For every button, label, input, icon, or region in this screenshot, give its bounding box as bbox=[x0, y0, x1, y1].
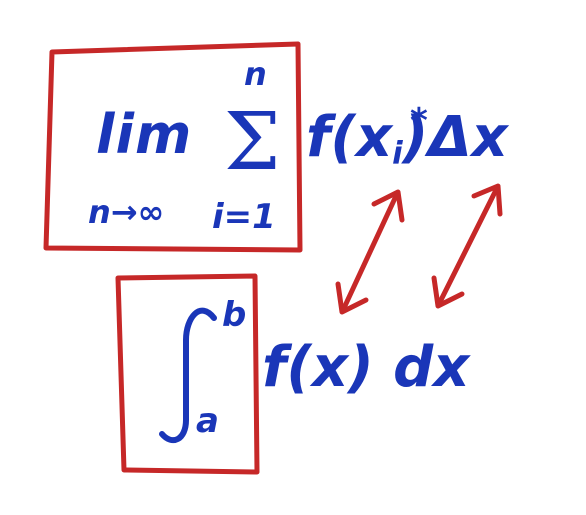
summand-prefix: f(x bbox=[306, 105, 393, 170]
riemann-summand: f(xi)Δx bbox=[306, 110, 508, 172]
limit-label: lim bbox=[96, 103, 193, 166]
sample-point-star: * bbox=[410, 101, 428, 141]
integral-lower-limit: a bbox=[196, 401, 219, 441]
summand-index: i bbox=[392, 135, 403, 172]
summation-sign: Σ bbox=[224, 95, 281, 188]
sum-lower-bound: i=1 bbox=[212, 197, 276, 237]
integrand: f(x) dx bbox=[262, 335, 470, 400]
arrow-xi-to-x bbox=[335, 189, 405, 315]
annotation-layer bbox=[43, 41, 503, 475]
sum-upper-bound: n bbox=[244, 55, 267, 93]
arrow-deltax-to-dx bbox=[431, 183, 503, 309]
limit-subscript: n→∞ bbox=[88, 193, 165, 231]
integral-upper-limit: b bbox=[222, 295, 247, 335]
